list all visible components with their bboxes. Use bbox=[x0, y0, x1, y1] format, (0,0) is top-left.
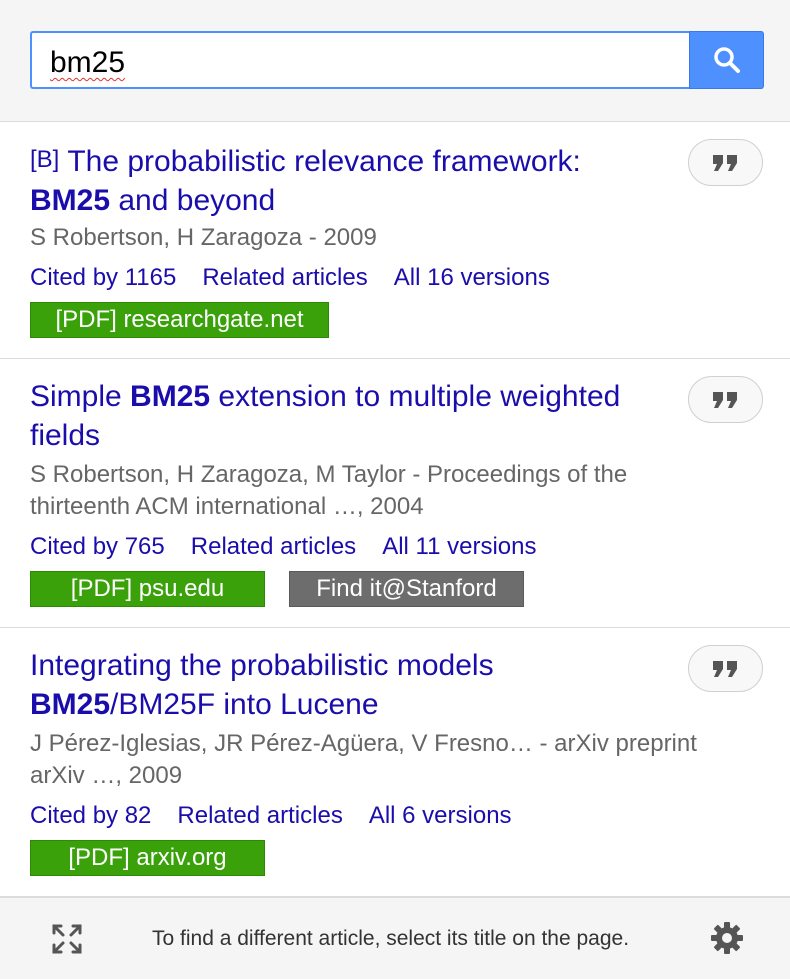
result-authors: J Pérez-Iglesias, JR Pérez-Agüera, V Fre… bbox=[30, 730, 697, 789]
title-bold-text: BM25 bbox=[30, 184, 111, 217]
footer-hint: To find a different article, select its … bbox=[152, 927, 630, 950]
result-links: Cited by 1165 Related articles All 16 vers… bbox=[30, 263, 576, 293]
result-authors: S Robertson, H Zaragoza - 2009 bbox=[30, 224, 377, 251]
result-links: Cited by 82 Related articles All 6 version… bbox=[30, 801, 538, 831]
fullscreen-icon[interactable] bbox=[50, 922, 84, 956]
related-articles-link[interactable]: Related articles bbox=[202, 264, 367, 291]
all-versions-link[interactable]: All 6 versions bbox=[369, 802, 512, 829]
title-text: and beyond bbox=[110, 184, 276, 217]
quote-icon bbox=[712, 154, 737, 171]
result-item: Integrating the probabilistic models BM2… bbox=[0, 628, 790, 897]
cited-by-link[interactable]: Cited by 765 bbox=[30, 533, 165, 560]
footer-bar: To find a different article, select its … bbox=[0, 897, 790, 979]
related-articles-link[interactable]: Related articles bbox=[191, 533, 356, 560]
gear-icon[interactable] bbox=[709, 920, 745, 956]
title-text: Simple bbox=[30, 380, 131, 413]
cite-button[interactable] bbox=[688, 645, 763, 692]
all-versions-link[interactable]: All 16 versions bbox=[394, 264, 550, 291]
search-button[interactable] bbox=[689, 31, 764, 89]
search-icon bbox=[713, 47, 740, 73]
result-item: Simple BM25 extension to multiple weight… bbox=[0, 359, 790, 628]
book-tag: [B] bbox=[30, 146, 60, 173]
related-articles-link[interactable]: Related articles bbox=[177, 802, 342, 829]
result-title[interactable]: [B] The probabilistic relevance framework… bbox=[30, 140, 670, 220]
cite-button[interactable] bbox=[688, 376, 763, 423]
pdf-link[interactable]: [PDF] arxiv.org bbox=[30, 840, 265, 876]
title-bold-text: BM25 bbox=[130, 380, 211, 413]
search-input[interactable]: bm25 bbox=[30, 31, 691, 89]
search-header: bm25 bbox=[0, 0, 790, 122]
cite-button[interactable] bbox=[688, 139, 763, 186]
title-text: /BM25F into Lucene bbox=[110, 688, 379, 721]
result-links: Cited by 765 Related articles All 11 versi… bbox=[30, 532, 562, 562]
result-title[interactable]: Integrating the probabilistic models BM2… bbox=[30, 646, 650, 724]
search-query-text: bm25 bbox=[50, 46, 126, 79]
cited-by-link[interactable]: Cited by 1165 bbox=[30, 264, 176, 291]
pdf-link[interactable]: [PDF] researchgate.net bbox=[30, 302, 329, 338]
title-bold-text: BM25 bbox=[30, 688, 111, 721]
all-versions-link[interactable]: All 11 versions bbox=[382, 533, 536, 560]
result-title[interactable]: Simple BM25 extension to multiple weight… bbox=[30, 377, 670, 455]
search-bar: bm25 bbox=[30, 31, 764, 89]
pdf-link[interactable]: [PDF] psu.edu bbox=[30, 571, 265, 607]
quote-icon bbox=[712, 660, 737, 677]
cited-by-link[interactable]: Cited by 82 bbox=[30, 802, 151, 829]
result-item: [B] The probabilistic relevance framework… bbox=[0, 122, 790, 359]
result-authors: S Robertson, H Zaragoza, M Taylor - Proc… bbox=[30, 461, 628, 520]
quote-icon bbox=[712, 391, 737, 408]
title-text: The probabilistic relevance framework: bbox=[67, 145, 581, 178]
find-it-button[interactable]: Find it@Stanford bbox=[289, 571, 524, 607]
title-text: Integrating the probabilistic models bbox=[30, 649, 494, 682]
